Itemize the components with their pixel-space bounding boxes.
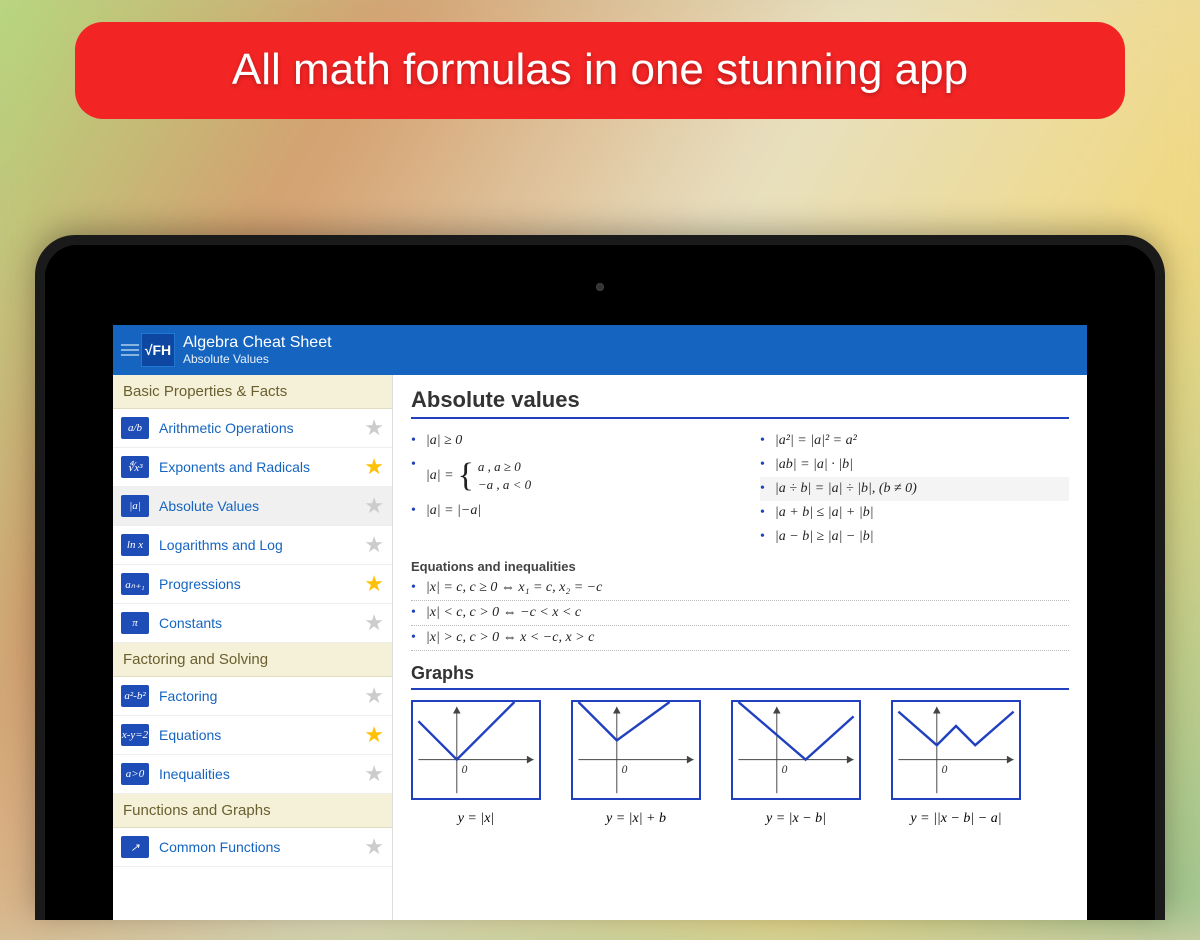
app-title: Algebra Cheat Sheet <box>183 333 332 352</box>
divider <box>411 688 1069 690</box>
topic-icon: |a| <box>121 495 149 517</box>
sidebar-item[interactable]: |a| Absolute Values★ <box>113 487 392 526</box>
sidebar-item-label: Exponents and Radicals <box>159 459 364 475</box>
hamburger-icon[interactable] <box>121 344 139 356</box>
app-logo: √FH <box>141 333 175 367</box>
star-icon[interactable]: ★ <box>364 683 384 709</box>
graph-caption: y = |x| <box>411 811 541 827</box>
graph-box[interactable]: 0 y = |x − b| <box>731 700 861 827</box>
topic-icon: ↗ <box>121 836 149 858</box>
subsection-title: Equations and inequalities <box>411 559 1069 574</box>
formula-row: •|a ÷ b| = |a| ÷ |b|, (b ≠ 0) <box>760 477 1069 501</box>
graph-box[interactable]: 0 y = |x| <box>411 700 541 827</box>
formula-column-right: •|a²| = |a|² = a²•|ab| = |a| · |b|•|a ÷ … <box>760 429 1069 549</box>
formula-row: •|ab| = |a| · |b| <box>760 453 1069 477</box>
sidebar-item[interactable]: a²-b² Factoring★ <box>113 677 392 716</box>
star-icon[interactable]: ★ <box>364 761 384 787</box>
formula-row: •|a| ≥ 0 <box>411 429 720 453</box>
sidebar-item[interactable]: ln x Logarithms and Log★ <box>113 526 392 565</box>
sidebar: Basic Properties & Facts a/b Arithmetic Op… <box>113 375 393 920</box>
app-screen: √FH Algebra Cheat Sheet Absolute Values … <box>113 325 1087 920</box>
graph-box[interactable]: 0 y = |x| + b <box>571 700 701 827</box>
topic-icon: a²-b² <box>121 685 149 707</box>
star-icon[interactable]: ★ <box>364 571 384 597</box>
sidebar-item[interactable]: π Constants★ <box>113 604 392 643</box>
app-header: √FH Algebra Cheat Sheet Absolute Values <box>113 325 1087 375</box>
graphs-row: 0 y = |x| 0 y = |x| + b 0 y = |x − b| 0 y = ||x… <box>411 700 1069 827</box>
sidebar-item-label: Logarithms and Log <box>159 537 364 553</box>
svg-text:0: 0 <box>622 764 628 776</box>
equations-list: •|x| = c, c ≥ 0 ⇔ x₁ = c, x₂ = −c•|x| < … <box>411 576 1069 651</box>
svg-text:0: 0 <box>462 764 468 776</box>
topic-icon: a>0 <box>121 763 149 785</box>
sidebar-section-header: Functions and Graphs <box>113 794 392 828</box>
topic-icon: x-y=2 <box>121 724 149 746</box>
star-icon[interactable]: ★ <box>364 532 384 558</box>
formula-row: •|a| ={a , a ≥ 0−a , a < 0 <box>411 453 720 499</box>
topic-icon: ∜x³ <box>121 456 149 478</box>
sidebar-item-label: Factoring <box>159 688 364 704</box>
app-logo-text: √FH <box>145 342 171 358</box>
sidebar-item-label: Equations <box>159 727 364 743</box>
star-icon[interactable]: ★ <box>364 493 384 519</box>
formula-row: •|x| < c, c > 0 ⇔ −c < x < c <box>411 601 1069 626</box>
divider <box>411 417 1069 419</box>
sidebar-section-header: Factoring and Solving <box>113 643 392 677</box>
svg-text:0: 0 <box>942 764 948 776</box>
star-icon[interactable]: ★ <box>364 834 384 860</box>
sidebar-item-label: Inequalities <box>159 766 364 782</box>
camera-dot <box>596 283 604 291</box>
sidebar-item[interactable]: a>0 Inequalities★ <box>113 755 392 794</box>
star-icon[interactable]: ★ <box>364 722 384 748</box>
star-icon[interactable]: ★ <box>364 415 384 441</box>
formula-row: •|x| = c, c ≥ 0 ⇔ x₁ = c, x₂ = −c <box>411 576 1069 601</box>
sidebar-item-label: Progressions <box>159 576 364 592</box>
formula-row: •|a − b| ≥ |a| − |b| <box>760 525 1069 549</box>
formula-row: •|a²| = |a|² = a² <box>760 429 1069 453</box>
sidebar-item[interactable]: a/b Arithmetic Operations★ <box>113 409 392 448</box>
promo-banner: All math formulas in one stunning app <box>75 22 1125 119</box>
banner-text: All math formulas in one stunning app <box>232 45 968 94</box>
sidebar-item-label: Constants <box>159 615 364 631</box>
star-icon[interactable]: ★ <box>364 454 384 480</box>
sidebar-item-label: Absolute Values <box>159 498 364 514</box>
topic-icon: π <box>121 612 149 634</box>
graph-caption: y = |x| + b <box>571 811 701 827</box>
sidebar-item[interactable]: ↗ Common Functions★ <box>113 828 392 867</box>
formula-row: •|x| > c, c > 0 ⇔ x < −c, x > c <box>411 626 1069 651</box>
sidebar-item-label: Arithmetic Operations <box>159 420 364 436</box>
sidebar-section-header: Basic Properties & Facts <box>113 375 392 409</box>
sidebar-item[interactable]: aₙ₊₁ Progressions★ <box>113 565 392 604</box>
app-subtitle: Absolute Values <box>183 352 332 366</box>
svg-text:0: 0 <box>782 764 788 776</box>
topic-icon: a/b <box>121 417 149 439</box>
star-icon[interactable]: ★ <box>364 610 384 636</box>
graph-caption: y = |x − b| <box>731 811 861 827</box>
topic-icon: aₙ₊₁ <box>121 573 149 595</box>
sidebar-item-label: Common Functions <box>159 839 364 855</box>
graph-caption: y = ||x − b| − a| <box>891 811 1021 827</box>
content-title: Absolute values <box>411 387 1069 413</box>
graph-box[interactable]: 0 y = ||x − b| − a| <box>891 700 1021 827</box>
formula-column-left: •|a| ≥ 0•|a| ={a , a ≥ 0−a , a < 0•|a| =… <box>411 429 720 549</box>
graphs-title: Graphs <box>411 663 1069 684</box>
formula-row: •|a| = |−a| <box>411 499 720 523</box>
sidebar-item[interactable]: x-y=2 Equations★ <box>113 716 392 755</box>
tablet-frame: √FH Algebra Cheat Sheet Absolute Values … <box>35 235 1165 920</box>
topic-icon: ln x <box>121 534 149 556</box>
sidebar-item[interactable]: ∜x³ Exponents and Radicals★ <box>113 448 392 487</box>
content-pane: Absolute values •|a| ≥ 0•|a| ={a , a ≥ 0… <box>393 375 1087 920</box>
formula-row: •|a + b| ≤ |a| + |b| <box>760 501 1069 525</box>
